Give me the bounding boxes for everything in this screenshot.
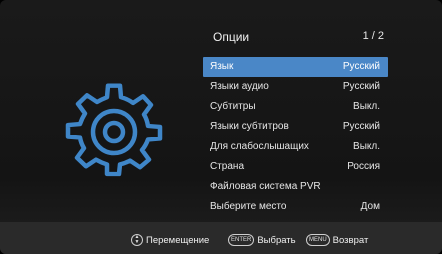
menu-item-audio-language[interactable]: Языки аудио Русский [203,77,388,97]
enter-key-icon: ENTER [228,234,255,246]
menu-item-subtitle-language[interactable]: Языки субтитров Русский [203,117,388,137]
menu-item-hearing-impaired[interactable]: Для слабослышащих Выкл. [203,137,388,157]
help-bar: ▲ ▼ Перемещение ENTER Выбрать MENU Возвра… [0,222,442,254]
menu-item-value: Дом [360,201,380,212]
menu-title: Опции [213,30,250,44]
hint-back: MENU Возврат [306,234,368,246]
tv-screen: Опции 1 / 2 Язык Русский Языки аудио Рус… [0,0,442,254]
menu-item-value: Выкл. [353,101,380,112]
menu-item-subtitles[interactable]: Субтитры Выкл. [203,97,388,117]
menu-key-icon: MENU [306,234,330,246]
menu-item-label: Субтитры [210,101,256,112]
menu-item-label: Файловая система PVR [210,181,321,192]
menu-item-value: Русский [342,121,380,132]
menu-item-value: Выкл. [353,141,380,152]
hint-navigation-label: Перемещение [146,234,210,246]
menu-item-label: Для слабослышащих [210,141,309,152]
menu-item-label: Выберите место [210,201,287,212]
hint-select-label: Выбрать [257,234,296,246]
hint-navigation: ▲ ▼ Перемещение [131,234,209,246]
menu-item-label: Язык [210,61,234,72]
menu-item-country[interactable]: Страна Россия [203,157,388,177]
menu-item-label: Языки субтитров [210,121,289,132]
options-menu: Язык Русский Языки аудио Русский Субтитр… [203,57,388,217]
menu-item-location[interactable]: Выберите место Дом [203,197,388,217]
menu-item-pvr-file-system[interactable]: Файловая система PVR [203,177,388,197]
navigation-arrows-icon: ▲ ▼ [131,234,143,246]
gear-icon [65,83,163,177]
menu-item-value: Россия [347,161,380,172]
hint-select: ENTER Выбрать [228,234,296,246]
menu-item-label: Страна [210,161,245,172]
page-indicator: 1 / 2 [362,30,384,42]
menu-item-label: Языки аудио [210,81,269,92]
menu-item-value: Русский [342,81,380,92]
menu-item-language[interactable]: Язык Русский [203,57,388,77]
menu-item-value: Русский [342,61,380,72]
hint-back-label: Возврат [332,234,369,246]
